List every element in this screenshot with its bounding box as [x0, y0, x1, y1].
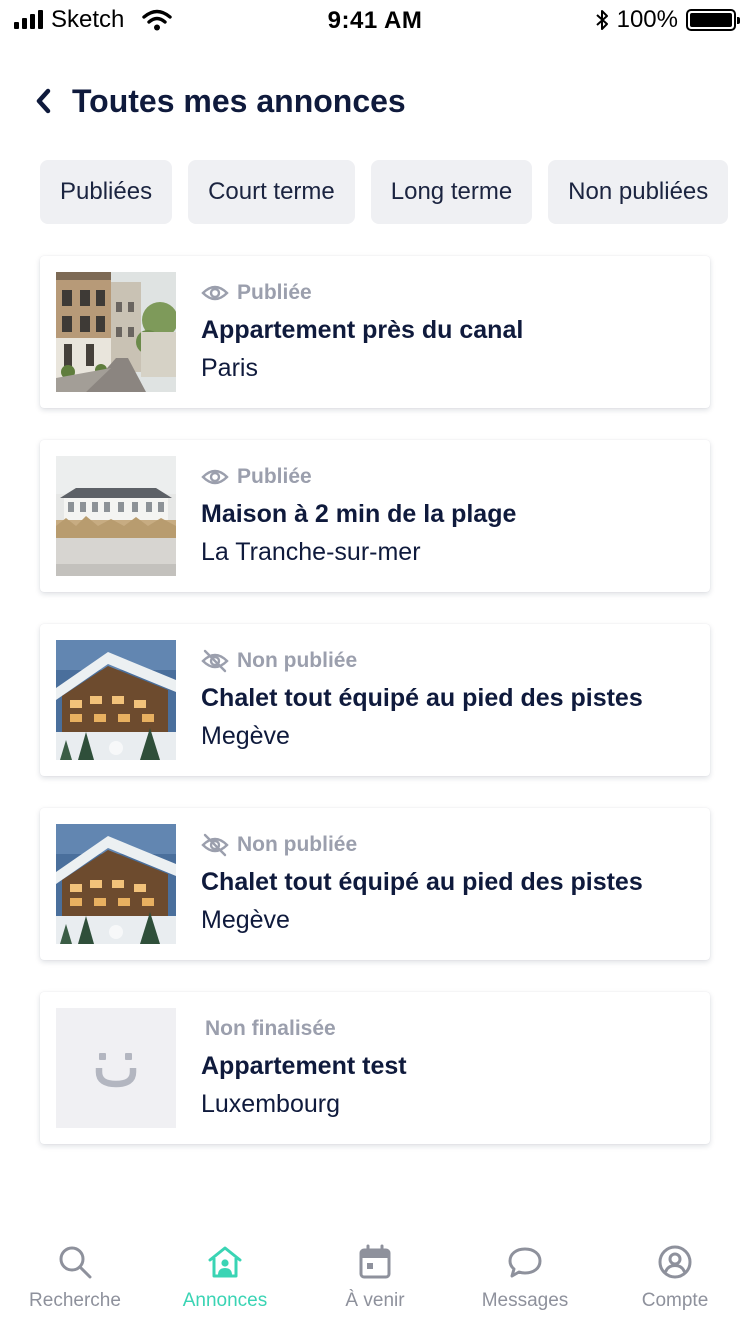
tab-label: Annonces	[182, 1290, 268, 1311]
listing-status: Publiée	[201, 281, 312, 305]
listing-status: Publiée	[201, 465, 312, 489]
battery-percent: 100%	[616, 6, 678, 33]
chat-bubble-icon	[507, 1242, 543, 1282]
listing-status-label: Publiée	[237, 281, 312, 304]
eye-icon	[201, 285, 229, 301]
listing-photo-placeholder	[56, 1008, 176, 1128]
search-icon	[57, 1242, 93, 1282]
listing-status-label: Non publiée	[237, 833, 358, 856]
listing-title: Appartement près du canal	[201, 316, 524, 344]
listing-card[interactable]: Publiée Maison à 2 min de la plage La Tr…	[40, 440, 710, 592]
calendar-icon	[358, 1242, 392, 1282]
tab-recherche[interactable]: Recherche	[0, 1230, 150, 1334]
eye-off-icon	[201, 649, 229, 673]
listing-card[interactable]: Non publiée Chalet tout équipé au pied d…	[40, 624, 710, 776]
filter-chip-published[interactable]: Publiées	[40, 160, 173, 224]
tab-messages[interactable]: Messages	[450, 1230, 600, 1334]
header: Toutes mes annonces	[30, 78, 730, 124]
listing-title: Appartement test	[201, 1052, 407, 1080]
status-right: 100%	[595, 6, 740, 34]
listing-title: Maison à 2 min de la plage	[201, 500, 517, 528]
listing-status-label: Non finalisée	[205, 1017, 336, 1040]
tab-compte[interactable]: Compte	[600, 1230, 750, 1334]
listing-city: Paris	[201, 354, 258, 382]
listing-status: Non publiée	[201, 649, 357, 673]
filter-chips: Publiées Court terme Long terme Non publ…	[40, 160, 729, 224]
tab-a-venir[interactable]: À venir	[300, 1230, 450, 1334]
listing-card[interactable]: Non publiée Chalet tout équipé au pied d…	[40, 808, 710, 960]
user-circle-icon	[657, 1242, 693, 1282]
tab-label: Compte	[641, 1290, 709, 1311]
bluetooth-icon	[595, 10, 608, 30]
placeholder-logo-icon	[56, 1008, 176, 1128]
listing-photo-chalet	[56, 824, 176, 944]
listing-card[interactable]: Publiée Appartement près du canal Paris	[40, 256, 710, 408]
listing-card[interactable]: Non finalisée Appartement test Luxembour…	[40, 992, 710, 1144]
back-button[interactable]	[30, 81, 56, 121]
tab-label: À venir	[345, 1290, 405, 1311]
bottom-tab-bar: Recherche Annonces À venir Messages Comp…	[0, 1230, 750, 1334]
status-bar: Sketch 9:41 AM 100%	[0, 0, 750, 40]
page-title: Toutes mes annonces	[72, 82, 406, 119]
eye-off-icon	[201, 833, 229, 857]
listing-photo-street	[56, 272, 176, 392]
listing-status-label: Publiée	[237, 465, 312, 488]
battery-icon	[686, 9, 740, 31]
listing-status-label: Non publiée	[237, 649, 358, 672]
chevron-left-icon	[36, 88, 51, 114]
house-user-icon	[207, 1242, 243, 1282]
listing-list: Publiée Appartement près du canal Paris	[40, 256, 710, 1176]
filter-chip-unpublished[interactable]: Non publiées	[548, 160, 729, 224]
listing-city: Megève	[201, 906, 290, 934]
listing-city: Megève	[201, 722, 290, 750]
listing-title: Chalet tout équipé au pied des pistes	[201, 868, 643, 896]
filter-chip-long-term[interactable]: Long terme	[370, 160, 533, 224]
listing-photo-beach-house	[56, 456, 176, 576]
tab-label: Messages	[481, 1290, 569, 1311]
filter-chip-short-term[interactable]: Court terme	[188, 160, 355, 224]
tab-annonces[interactable]: Annonces	[150, 1230, 300, 1334]
listing-photo-chalet	[56, 640, 176, 760]
listing-city: La Tranche-sur-mer	[201, 538, 421, 566]
listing-city: Luxembourg	[201, 1090, 340, 1118]
listing-title: Chalet tout équipé au pied des pistes	[201, 684, 643, 712]
listing-status: Non publiée	[201, 833, 357, 857]
tab-label: Recherche	[29, 1290, 121, 1311]
listing-status: Non finalisée	[205, 1017, 336, 1041]
eye-icon	[201, 469, 229, 485]
